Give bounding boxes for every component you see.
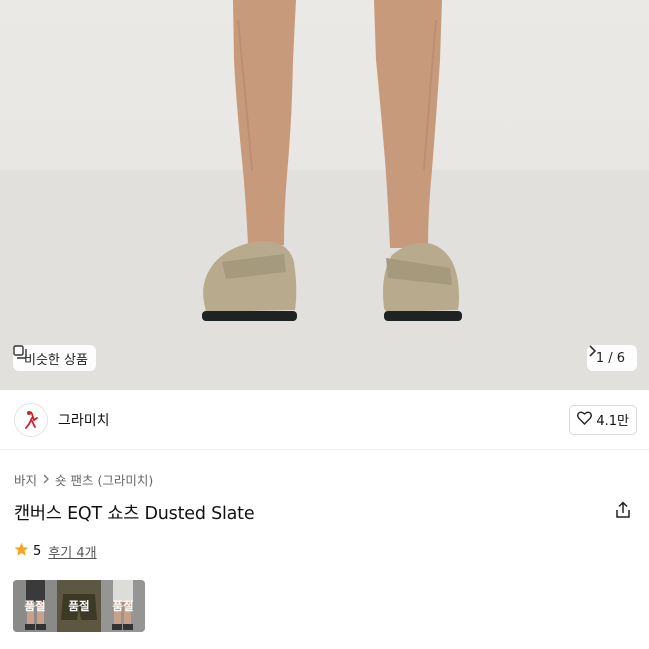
brand-logo-mark (25, 410, 38, 429)
rating-score: 5 (33, 544, 42, 559)
rating-row: 5 후기 4개 (14, 542, 97, 561)
sold-out-label: 품절 (24, 599, 46, 613)
star-icon (14, 542, 29, 561)
image-counter: 1 / 6 (595, 350, 625, 366)
color-option[interactable]: 품절 (13, 580, 57, 632)
product-photo (0, 0, 649, 390)
sold-out-label: 품절 (68, 599, 90, 613)
similar-items-button[interactable]: 비슷한 상품 (13, 345, 96, 371)
share-button[interactable] (611, 500, 635, 524)
sold-out-label: 품절 (112, 599, 134, 613)
share-icon (614, 501, 632, 523)
brand-name[interactable]: 그라미치 (58, 410, 110, 430)
color-option[interactable]: 품절 (101, 580, 145, 632)
heart-icon (577, 411, 593, 429)
product-image[interactable]: 비슷한 상품 1 / 6 (0, 0, 649, 390)
title-row: 캔버스 EQT 쇼츠 Dusted Slate (14, 498, 635, 526)
like-button[interactable]: 4.1만 (569, 404, 637, 435)
product-title: 캔버스 EQT 쇼츠 Dusted Slate (14, 503, 255, 524)
breadcrumb-item-subcategory[interactable]: 숏 팬츠 (그라미치) (55, 470, 153, 489)
like-count: 4.1만 (596, 414, 629, 429)
similar-items-label: 비슷한 상품 (24, 352, 88, 368)
brand-logo[interactable] (14, 402, 48, 437)
image-counter-button[interactable]: 1 / 6 (586, 345, 637, 371)
chevron-right-icon (42, 472, 50, 487)
brand-row: 그라미치 4.1만 (0, 390, 649, 450)
breadcrumb: 바지 숏 팬츠 (그라미치) (14, 470, 153, 489)
breadcrumb-item-category[interactable]: 바지 (14, 470, 37, 489)
color-options: 품절 품절 품절 (13, 580, 145, 632)
color-option[interactable]: 품절 (57, 580, 101, 632)
reviews-link[interactable]: 후기 4개 (48, 542, 96, 561)
